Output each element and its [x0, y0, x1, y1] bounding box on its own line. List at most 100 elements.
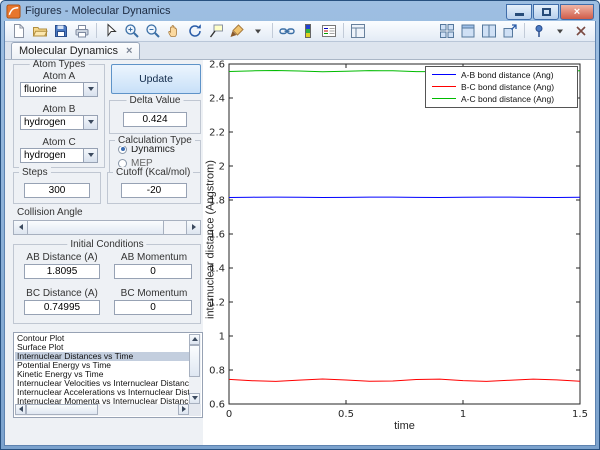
legend-entry: A-C bond distance (Ang) — [426, 93, 577, 105]
toolbar-separator — [96, 23, 97, 38]
insert-colorbar-icon[interactable] — [298, 22, 318, 40]
legend-entry: A-B bond distance (Ang) — [426, 69, 577, 81]
list-item[interactable]: Internuclear Velocities vs Internuclear … — [15, 379, 189, 388]
toolbar-separator — [343, 23, 344, 38]
new-icon[interactable] — [9, 22, 29, 40]
plot-legend[interactable]: A-B bond distance (Ang)B-C bond distance… — [425, 66, 578, 108]
atom-b-label: Atom B — [14, 104, 104, 115]
maximize-button[interactable] — [533, 4, 559, 20]
pin-icon[interactable] — [529, 22, 549, 40]
cutoff-field[interactable] — [121, 183, 187, 198]
vertical-scroll-thumb[interactable] — [189, 345, 200, 377]
y-tick-label: 2 — [219, 161, 225, 172]
slider-right-arrow[interactable] — [186, 221, 200, 234]
collision-angle-slider[interactable] — [13, 220, 201, 235]
caret-down-icon[interactable] — [550, 22, 570, 40]
listbox-horizontal-scrollbar[interactable] — [15, 404, 189, 416]
plot-tools-icon[interactable] — [348, 22, 368, 40]
slider-thumb[interactable] — [28, 221, 164, 234]
scroll-down-button[interactable] — [189, 393, 200, 404]
list-item[interactable]: Internuclear Accelerations vs Internucle… — [15, 388, 189, 397]
minimize-button[interactable] — [506, 4, 532, 20]
dropdown-arrow-button[interactable] — [83, 116, 97, 129]
atom-types-panel: Atom Types Atom AfluorineAtom BhydrogenA… — [13, 64, 105, 168]
window-single-icon[interactable] — [458, 22, 478, 40]
tab-molecular-dynamics[interactable]: Molecular Dynamics × — [11, 42, 140, 59]
window-grid-icon[interactable] — [437, 22, 457, 40]
titlebar[interactable]: Figures - Molecular Dynamics × — [4, 1, 596, 21]
delta-value-title: Delta Value — [127, 95, 184, 106]
plot-axes[interactable]: 00.511.50.60.811.21.41.61.822.22.42.6 — [203, 60, 595, 432]
scrollbar-corner — [189, 404, 201, 416]
edit-plot-icon[interactable] — [101, 22, 121, 40]
scroll-up-button[interactable] — [189, 334, 200, 345]
y-tick-label: 2.6 — [209, 60, 225, 71]
left-arrow-icon — [19, 406, 23, 412]
bc-distance-field[interactable] — [24, 300, 100, 315]
listbox-vertical-scrollbar[interactable] — [189, 334, 201, 404]
legend-line-sample — [432, 74, 456, 75]
y-tick-label: 2.4 — [209, 93, 225, 104]
right-arrow-icon — [182, 406, 186, 412]
ab-distance-field[interactable] — [24, 264, 100, 279]
list-item[interactable]: Surface Plot — [15, 343, 189, 352]
pan-icon[interactable] — [164, 22, 184, 40]
initial-conditions-panel: Initial Conditions AB Distance (A) AB Mo… — [13, 244, 201, 324]
window-client-area: Molecular Dynamics × Atom Types Atom Afl… — [4, 21, 596, 446]
zoom-in-icon[interactable] — [122, 22, 142, 40]
close-button[interactable]: × — [560, 4, 594, 20]
bc-momentum-field[interactable] — [114, 300, 192, 315]
dropdown-arrow-button[interactable] — [83, 149, 97, 162]
list-item[interactable]: Potential Energy vs Time — [15, 361, 189, 370]
plot-type-listbox[interactable]: Contour PlotSurface PlotInternuclear Dis… — [13, 332, 203, 418]
link-plots-icon[interactable] — [277, 22, 297, 40]
close-small-icon[interactable] — [571, 22, 591, 40]
data-cursor-icon[interactable] — [206, 22, 226, 40]
save-icon[interactable] — [51, 22, 71, 40]
dock-figure-icon[interactable] — [500, 22, 520, 40]
rotate-3d-icon[interactable] — [185, 22, 205, 40]
zoom-out-icon[interactable] — [143, 22, 163, 40]
toolbar-separator — [524, 23, 525, 38]
tab-bar: Molecular Dynamics × — [5, 42, 595, 60]
insert-legend-icon[interactable] — [319, 22, 339, 40]
figure-content: Atom Types Atom AfluorineAtom BhydrogenA… — [5, 60, 595, 445]
atom-b-dropdown[interactable]: hydrogen — [20, 115, 98, 130]
steps-field[interactable] — [24, 183, 90, 198]
horizontal-scroll-thumb[interactable] — [26, 404, 98, 415]
y-tick-label: 1.2 — [209, 297, 225, 308]
legend-label: A-C bond distance (Ang) — [461, 94, 554, 104]
slider-left-arrow[interactable] — [14, 221, 28, 234]
atom-c-dropdown[interactable]: hydrogen — [20, 148, 98, 163]
list-item[interactable]: Contour Plot — [15, 334, 189, 343]
y-tick-label: 0.8 — [209, 365, 225, 376]
atom-c-label: Atom C — [14, 137, 104, 148]
window-split-icon[interactable] — [479, 22, 499, 40]
window-title: Figures - Molecular Dynamics — [25, 5, 170, 17]
chevron-down-icon — [88, 87, 94, 91]
open-icon[interactable] — [30, 22, 50, 40]
legend-entry: B-C bond distance (Ang) — [426, 81, 577, 93]
scroll-right-button[interactable] — [178, 404, 189, 415]
list-item[interactable]: Internuclear Distances vs Time — [15, 352, 189, 361]
chevron-down-icon — [88, 120, 94, 124]
tab-close-icon[interactable]: × — [126, 46, 132, 56]
bc-distance-label: BC Distance (A) — [20, 288, 104, 299]
update-button[interactable]: Update — [111, 64, 201, 94]
scroll-left-button[interactable] — [15, 404, 26, 415]
print-icon[interactable] — [72, 22, 92, 40]
legend-line-sample — [432, 86, 456, 87]
list-item[interactable]: Kinetic Energy vs Time — [15, 370, 189, 379]
atom-a-dropdown[interactable]: fluorine — [20, 82, 98, 97]
dropdown-arrow-button[interactable] — [83, 83, 97, 96]
delta-value-field[interactable] — [123, 112, 187, 127]
plot-region: internuclear distance (Angstrom) 00.511.… — [203, 60, 595, 445]
delta-value-panel: Delta Value — [109, 100, 201, 134]
caret-down-icon[interactable] — [248, 22, 268, 40]
toolbar-left-group — [9, 22, 368, 40]
ab-momentum-field[interactable] — [114, 264, 192, 279]
brush-icon[interactable] — [227, 22, 247, 40]
window-controls: × — [506, 3, 594, 20]
x-tick-label: 0 — [226, 409, 232, 420]
x-tick-label: 0.5 — [338, 409, 354, 420]
